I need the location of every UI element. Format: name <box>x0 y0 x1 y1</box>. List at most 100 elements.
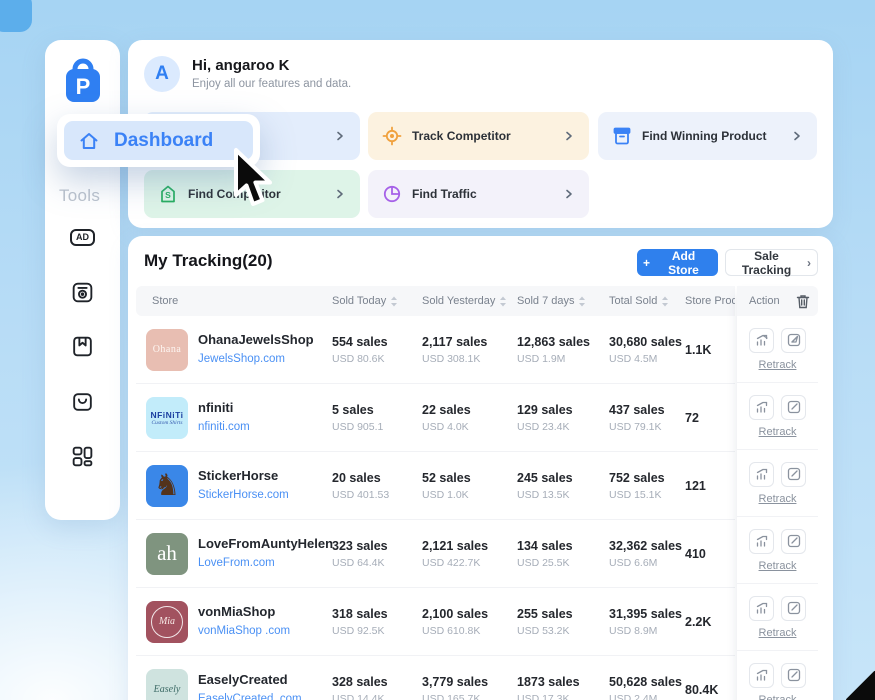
greeting-subtitle: Enjoy all our features and data. <box>192 78 351 90</box>
app-canvas: P Tools AD <box>0 0 875 700</box>
stats-chart-icon[interactable] <box>749 328 774 353</box>
shop-house-icon: S <box>158 184 178 204</box>
retrack-link[interactable]: Retrack <box>759 426 797 438</box>
total-sold-value: 437 sales <box>609 403 685 417</box>
sold-yesterday-value: 52 sales <box>422 471 517 485</box>
sort-icon <box>661 295 669 308</box>
store-logo: Ohana <box>146 329 188 371</box>
total-sold-value: 50,628 sales <box>609 675 685 689</box>
stats-chart-icon[interactable] <box>749 596 774 621</box>
stats-chart-icon[interactable] <box>749 529 774 554</box>
retrack-link[interactable]: Retrack <box>759 560 797 572</box>
store-domain-link[interactable]: LoveFrom.com <box>198 557 275 569</box>
table-row[interactable]: ♞ StickerHorse StickerHorse.com 20 sales… <box>136 452 735 520</box>
sold-today-value: 554 sales <box>332 335 422 349</box>
ad-badge-icon[interactable]: AD <box>45 222 120 252</box>
edit-icon[interactable] <box>781 328 806 353</box>
document-target-icon[interactable] <box>45 277 120 307</box>
archive-box-icon <box>612 126 632 146</box>
cursor-tip-bottom-right <box>845 670 875 700</box>
edit-icon[interactable] <box>781 462 806 487</box>
total-sold-value: 30,680 sales <box>609 335 685 349</box>
sold-7days-value: 255 sales <box>517 607 609 621</box>
retrack-link[interactable]: Retrack <box>759 627 797 639</box>
store-domain-link[interactable]: JewelsShop.com <box>198 353 285 365</box>
sold-today-value: 318 sales <box>332 607 422 621</box>
action-header: Action <box>737 286 818 316</box>
table-row[interactable]: Ohana OhanaJewelsShop JewelsShop.com 554… <box>136 316 735 384</box>
cursor-pointer <box>227 147 279 211</box>
store-domain-link[interactable]: EaselyCreated .com <box>198 693 302 700</box>
col-total-sold[interactable]: Total Sold <box>609 295 685 308</box>
store-products-value: 72 <box>685 411 735 425</box>
store-domain-link[interactable]: vonMiaShop .com <box>198 625 290 637</box>
sold-7days-value: 1873 sales <box>517 675 609 689</box>
table-header-row: Store Sold Today Sold Yesterday Sold 7 d… <box>136 286 735 316</box>
sold-7days-value: 12,863 sales <box>517 335 609 349</box>
sold-yesterday-value: 2,117 sales <box>422 335 517 349</box>
col-sold-today[interactable]: Sold Today <box>332 295 422 308</box>
retrack-link[interactable]: Retrack <box>759 493 797 505</box>
col-sold-7-days[interactable]: Sold 7 days <box>517 295 609 308</box>
col-store-products[interactable]: Store Products <box>685 295 735 307</box>
total-sold-value: 752 sales <box>609 471 685 485</box>
home-icon <box>77 129 101 153</box>
add-store-button[interactable]: + Add Store <box>637 249 718 276</box>
sold-7days-value: 134 sales <box>517 539 609 553</box>
stats-chart-icon[interactable] <box>749 395 774 420</box>
store-name: vonMiaShop <box>198 604 290 620</box>
store-name: nfiniti <box>198 400 250 416</box>
bookmark-book-icon[interactable] <box>45 331 120 361</box>
store-logo: Mia <box>146 601 188 643</box>
sale-tracking-button[interactable]: Sale Tracking › <box>725 249 818 276</box>
trash-icon[interactable] <box>796 294 810 309</box>
action-column: Action Retrack <box>737 286 818 700</box>
action-row: Retrack <box>737 316 818 383</box>
edit-icon[interactable] <box>781 529 806 554</box>
chevron-right-icon <box>334 130 346 142</box>
action-row: Retrack <box>737 517 818 584</box>
store-name: EaselyCreated <box>198 672 302 688</box>
table-row[interactable]: NFiNiTi Custom Shirts nfiniti nfiniti.co… <box>136 384 735 452</box>
svg-text:S: S <box>165 190 171 200</box>
col-sold-yesterday[interactable]: Sold Yesterday <box>422 295 517 308</box>
store-name: StickerHorse <box>198 468 289 484</box>
retrack-link[interactable]: Retrack <box>759 359 797 371</box>
store-products-value: 80.4K <box>685 683 735 697</box>
sold-today-value: 328 sales <box>332 675 422 689</box>
target-icon <box>382 126 402 146</box>
app-logo-shopping-bag-icon[interactable]: P <box>62 56 104 108</box>
sold-today-value: 323 sales <box>332 539 422 553</box>
store-domain-link[interactable]: StickerHorse.com <box>198 489 289 501</box>
edit-icon[interactable] <box>781 596 806 621</box>
sold-yesterday-value: 2,100 sales <box>422 607 517 621</box>
dashboard-label: Dashboard <box>114 130 213 152</box>
feature-card-track-competitor[interactable]: Track Competitor <box>368 112 589 160</box>
store-products-value: 1.1K <box>685 343 735 357</box>
feature-card-find-winning-product[interactable]: Find Winning Product <box>598 112 817 160</box>
retrack-link[interactable]: Retrack <box>759 694 797 700</box>
store-logo: Easely <box>146 669 188 700</box>
chevron-right-icon <box>334 188 346 200</box>
shopping-bag-icon[interactable] <box>45 386 120 416</box>
sold-yesterday-value: 22 sales <box>422 403 517 417</box>
pie-chart-icon <box>382 184 402 204</box>
edit-icon[interactable] <box>781 395 806 420</box>
stats-chart-icon[interactable] <box>749 663 774 688</box>
edit-icon[interactable] <box>781 663 806 688</box>
table-row[interactable]: Mia vonMiaShop vonMiaShop .com 318 sales… <box>136 588 735 656</box>
plus-icon: + <box>643 256 650 270</box>
sold-yesterday-value: 3,779 sales <box>422 675 517 689</box>
store-domain-link[interactable]: nfiniti.com <box>198 421 250 433</box>
my-tracking-card: My Tracking(20) + Add Store Sale Trackin… <box>128 236 833 700</box>
stats-chart-icon[interactable] <box>749 462 774 487</box>
sidebar: P Tools AD <box>45 40 120 520</box>
greeting-title: Hi, angaroo K <box>192 57 290 74</box>
table-row[interactable]: ah LoveFromAuntyHelen LoveFrom.com 323 s… <box>136 520 735 588</box>
table-row[interactable]: Easely EaselyCreated EaselyCreated .com … <box>136 656 735 700</box>
feature-card-find-traffic[interactable]: Find Traffic <box>368 170 589 218</box>
sidebar-item-dashboard[interactable]: Dashboard <box>64 121 253 160</box>
feature-label: Find Traffic <box>412 187 553 201</box>
avatar[interactable]: A <box>144 56 180 92</box>
grid-layout-icon[interactable] <box>45 441 120 471</box>
